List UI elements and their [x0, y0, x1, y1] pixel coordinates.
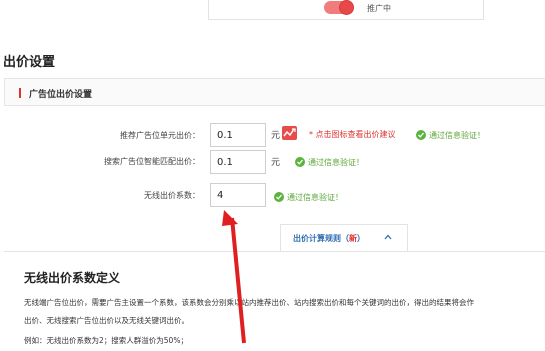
- check-icon: [416, 130, 426, 140]
- status-label: 推广中: [367, 4, 391, 13]
- search-bid-input[interactable]: [210, 150, 266, 174]
- bid-suggestion-chart-icon[interactable]: [282, 126, 297, 140]
- search-bid-unit: 元: [271, 158, 281, 168]
- section-marker: [19, 88, 21, 98]
- recommend-bid-input[interactable]: [210, 123, 266, 147]
- validation-success-text: 通过信息验证！: [308, 158, 364, 167]
- sub-section-title: 广告位出价设置: [29, 90, 93, 100]
- mobile-coefficient-input[interactable]: [210, 183, 266, 207]
- recommend-bid-label: 推荐广告位单元出价：: [120, 131, 200, 140]
- example-text: 例如：无线出价系数为2；搜索人群溢价为50%；: [24, 336, 188, 345]
- promotion-toggle[interactable]: [324, 0, 354, 15]
- mobile-coefficient-label: 无线出价系数：: [144, 191, 200, 200]
- new-badge: 新: [349, 234, 357, 243]
- status-card: 推广中: [208, 0, 484, 20]
- validation-success-text: 通过信息验证！: [287, 193, 343, 202]
- tab-label: 出价计算规则（新）: [293, 234, 365, 243]
- sub-section-header: 广告位出价设置: [4, 78, 545, 106]
- definition-text-line: 出价、无线搜索广告位出价以及无线关键词出价。: [24, 316, 189, 325]
- section-title: 出价设置: [3, 55, 56, 70]
- check-icon: [274, 192, 284, 202]
- bid-suggestion-hint: * 点击图标查看出价建议: [309, 130, 396, 139]
- bid-rules-tab[interactable]: 出价计算规则（新）: [280, 224, 408, 251]
- validation-success-text: 通过信息验证！: [429, 131, 485, 140]
- definition-title: 无线出价系数定义: [24, 271, 121, 285]
- definition-text-line: 无线端广告位出价，需要广告主设置一个系数，该系数会分别乘以站内推荐出价、站内搜索…: [24, 298, 474, 307]
- chevron-up-icon[interactable]: [384, 233, 392, 241]
- search-bid-label: 搜索广告位智能匹配出价：: [104, 157, 200, 166]
- check-icon: [295, 157, 305, 167]
- recommend-bid-unit: 元: [271, 131, 281, 141]
- toggle-knob[interactable]: [339, 0, 354, 15]
